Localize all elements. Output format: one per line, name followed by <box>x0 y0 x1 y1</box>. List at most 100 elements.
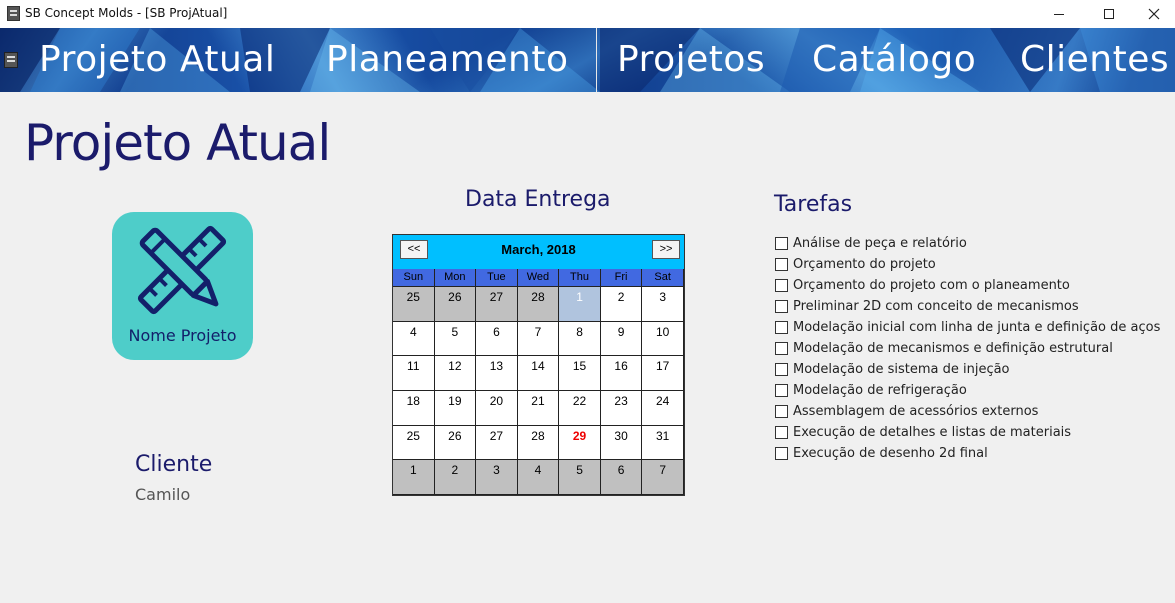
ruler-pencil-icon <box>137 225 227 315</box>
task-label: Modelação inicial com linha de junta e d… <box>793 320 1161 335</box>
nav-catalogo[interactable]: Catálogo <box>812 34 976 86</box>
task-item[interactable]: Modelação inicial com linha de junta e d… <box>775 317 1160 338</box>
calendar-day-cell[interactable]: 22 <box>559 391 601 426</box>
calendar-weekday-label: Sat <box>642 269 684 287</box>
calendar-week-row: 1234567 <box>393 460 684 496</box>
task-checkbox[interactable] <box>775 384 788 397</box>
calendar-day-cell[interactable]: 28 <box>517 287 560 322</box>
task-item[interactable]: Preliminar 2D com conceito de mecanismos <box>775 296 1160 317</box>
calendar-day-cell[interactable]: 3 <box>642 287 684 322</box>
calendar-day-cell[interactable]: 17 <box>642 356 684 392</box>
calendar-day-cell[interactable]: 1 <box>559 287 601 322</box>
task-item[interactable]: Análise de peça e relatório <box>775 233 1160 254</box>
calendar-day-cell[interactable]: 2 <box>600 287 643 322</box>
app-icon[interactable] <box>7 6 20 21</box>
calendar-day-cell[interactable]: 6 <box>600 460 643 496</box>
calendar-day-cell[interactable]: 25 <box>393 425 435 461</box>
calendar-next-button[interactable]: >> <box>652 240 680 259</box>
nav-projeto-atual[interactable]: Projeto Atual <box>39 34 275 86</box>
task-checkbox[interactable] <box>775 300 788 313</box>
calendar-day-cell[interactable]: 1 <box>393 460 435 496</box>
calendar-day-cell[interactable]: 23 <box>600 391 643 426</box>
calendar-day-cell[interactable]: 15 <box>559 356 601 392</box>
calendar-weekday-label: Mon <box>434 269 477 287</box>
calendar-week-row: 11 12 13 14 15 16 17 <box>393 356 684 392</box>
app-small-icon <box>4 52 18 68</box>
calendar-day-cell[interactable]: 4 <box>393 321 435 357</box>
calendar-week-row: 18 19 20 21 22 23 24 <box>393 391 684 426</box>
task-checkbox[interactable] <box>775 237 788 250</box>
tarefas-label: Tarefas <box>774 192 853 217</box>
data-entrega-label: Data Entrega <box>465 187 611 212</box>
task-checkbox[interactable] <box>775 426 788 439</box>
window-title: SB Concept Molds - [SB ProjAtual] <box>25 6 228 20</box>
calendar-weekday-label: Thu <box>559 269 601 287</box>
task-checkbox[interactable] <box>775 258 788 271</box>
nav-clientes[interactable]: Clientes <box>1020 34 1169 86</box>
maximize-button[interactable] <box>1086 0 1132 28</box>
delivery-calendar[interactable]: << March, 2018 >> Sun Mon Tue Wed Thu Fri Sat 2… <box>392 234 685 496</box>
calendar-day-cell[interactable]: 10 <box>642 321 684 357</box>
calendar-weekday-label: Tue <box>476 269 518 287</box>
nav-projetos[interactable]: Projetos <box>617 34 765 86</box>
calendar-day-cell[interactable]: 6 <box>476 321 518 357</box>
calendar-week-row: 25 26 27 28 29 30 31 <box>393 425 684 461</box>
calendar-day-cell[interactable]: 30 <box>600 425 643 461</box>
calendar-day-cell[interactable]: 3 <box>476 460 518 496</box>
calendar-day-cell[interactable]: 5 <box>559 460 601 496</box>
close-icon <box>1148 8 1160 20</box>
main-navigation: Projeto Atual Planeamento Projetos Catál… <box>0 28 1175 92</box>
task-item[interactable]: Execução de desenho 2d final <box>775 443 1160 464</box>
project-card[interactable]: Nome Projeto <box>112 212 253 360</box>
task-item[interactable]: Modelação de mecanismos e definição estr… <box>775 338 1160 359</box>
task-label: Preliminar 2D com conceito de mecanismos <box>793 299 1079 314</box>
minimize-button[interactable] <box>1036 0 1082 28</box>
calendar-day-cell[interactable]: 31 <box>642 425 684 461</box>
calendar-day-cell[interactable]: 28 <box>517 425 560 461</box>
task-item[interactable]: Orçamento do projeto <box>775 254 1160 275</box>
calendar-weekday-label: Fri <box>600 269 643 287</box>
calendar-day-cell[interactable]: 14 <box>517 356 560 392</box>
calendar-day-cell[interactable]: 29 <box>559 425 601 461</box>
calendar-day-cell[interactable]: 26 <box>434 287 477 322</box>
calendar-day-cell[interactable]: 7 <box>517 321 560 357</box>
calendar-day-cell[interactable]: 4 <box>517 460 560 496</box>
task-item[interactable]: Modelação de sistema de injeção <box>775 359 1160 380</box>
task-checkbox[interactable] <box>775 279 788 292</box>
calendar-day-cell[interactable]: 9 <box>600 321 643 357</box>
task-item[interactable]: Modelação de refrigeração <box>775 380 1160 401</box>
calendar-day-cell[interactable]: 12 <box>434 356 477 392</box>
maximize-icon <box>1104 9 1114 19</box>
calendar-day-cell[interactable]: 25 <box>393 287 435 322</box>
calendar-day-cell[interactable]: 26 <box>434 425 477 461</box>
calendar-day-cell[interactable]: 21 <box>517 391 560 426</box>
calendar-day-cell[interactable]: 24 <box>642 391 684 426</box>
window-titlebar[interactable]: SB Concept Molds - [SB ProjAtual] <box>0 0 1175 28</box>
calendar-day-cell[interactable]: 13 <box>476 356 518 392</box>
task-checkbox[interactable] <box>775 405 788 418</box>
task-checkbox[interactable] <box>775 363 788 376</box>
task-item[interactable]: Execução de detalhes e listas de materia… <box>775 422 1160 443</box>
calendar-header: << March, 2018 >> <box>393 235 684 269</box>
task-item[interactable]: Orçamento do projeto com o planeamento <box>775 275 1160 296</box>
calendar-day-cell[interactable]: 27 <box>476 425 518 461</box>
close-button[interactable] <box>1131 0 1175 28</box>
calendar-day-cell[interactable]: 16 <box>600 356 643 392</box>
calendar-day-cell[interactable]: 5 <box>434 321 477 357</box>
calendar-day-cell[interactable]: 2 <box>434 460 477 496</box>
minimize-icon <box>1054 13 1064 15</box>
task-item[interactable]: Assemblagem de acessórios externos <box>775 401 1160 422</box>
task-checkbox[interactable] <box>775 342 788 355</box>
calendar-day-cell[interactable]: 19 <box>434 391 477 426</box>
calendar-day-cell[interactable]: 20 <box>476 391 518 426</box>
calendar-day-cell[interactable]: 18 <box>393 391 435 426</box>
calendar-day-cell[interactable]: 8 <box>559 321 601 357</box>
task-checkbox[interactable] <box>775 447 788 460</box>
nav-planeamento[interactable]: Planeamento <box>326 34 568 86</box>
calendar-day-cell[interactable]: 11 <box>393 356 435 392</box>
cliente-value: Camilo <box>135 485 191 504</box>
task-checkbox[interactable] <box>775 321 788 334</box>
calendar-day-cell[interactable]: 7 <box>642 460 684 496</box>
task-label: Execução de detalhes e listas de materia… <box>793 425 1072 440</box>
calendar-day-cell[interactable]: 27 <box>476 287 518 322</box>
